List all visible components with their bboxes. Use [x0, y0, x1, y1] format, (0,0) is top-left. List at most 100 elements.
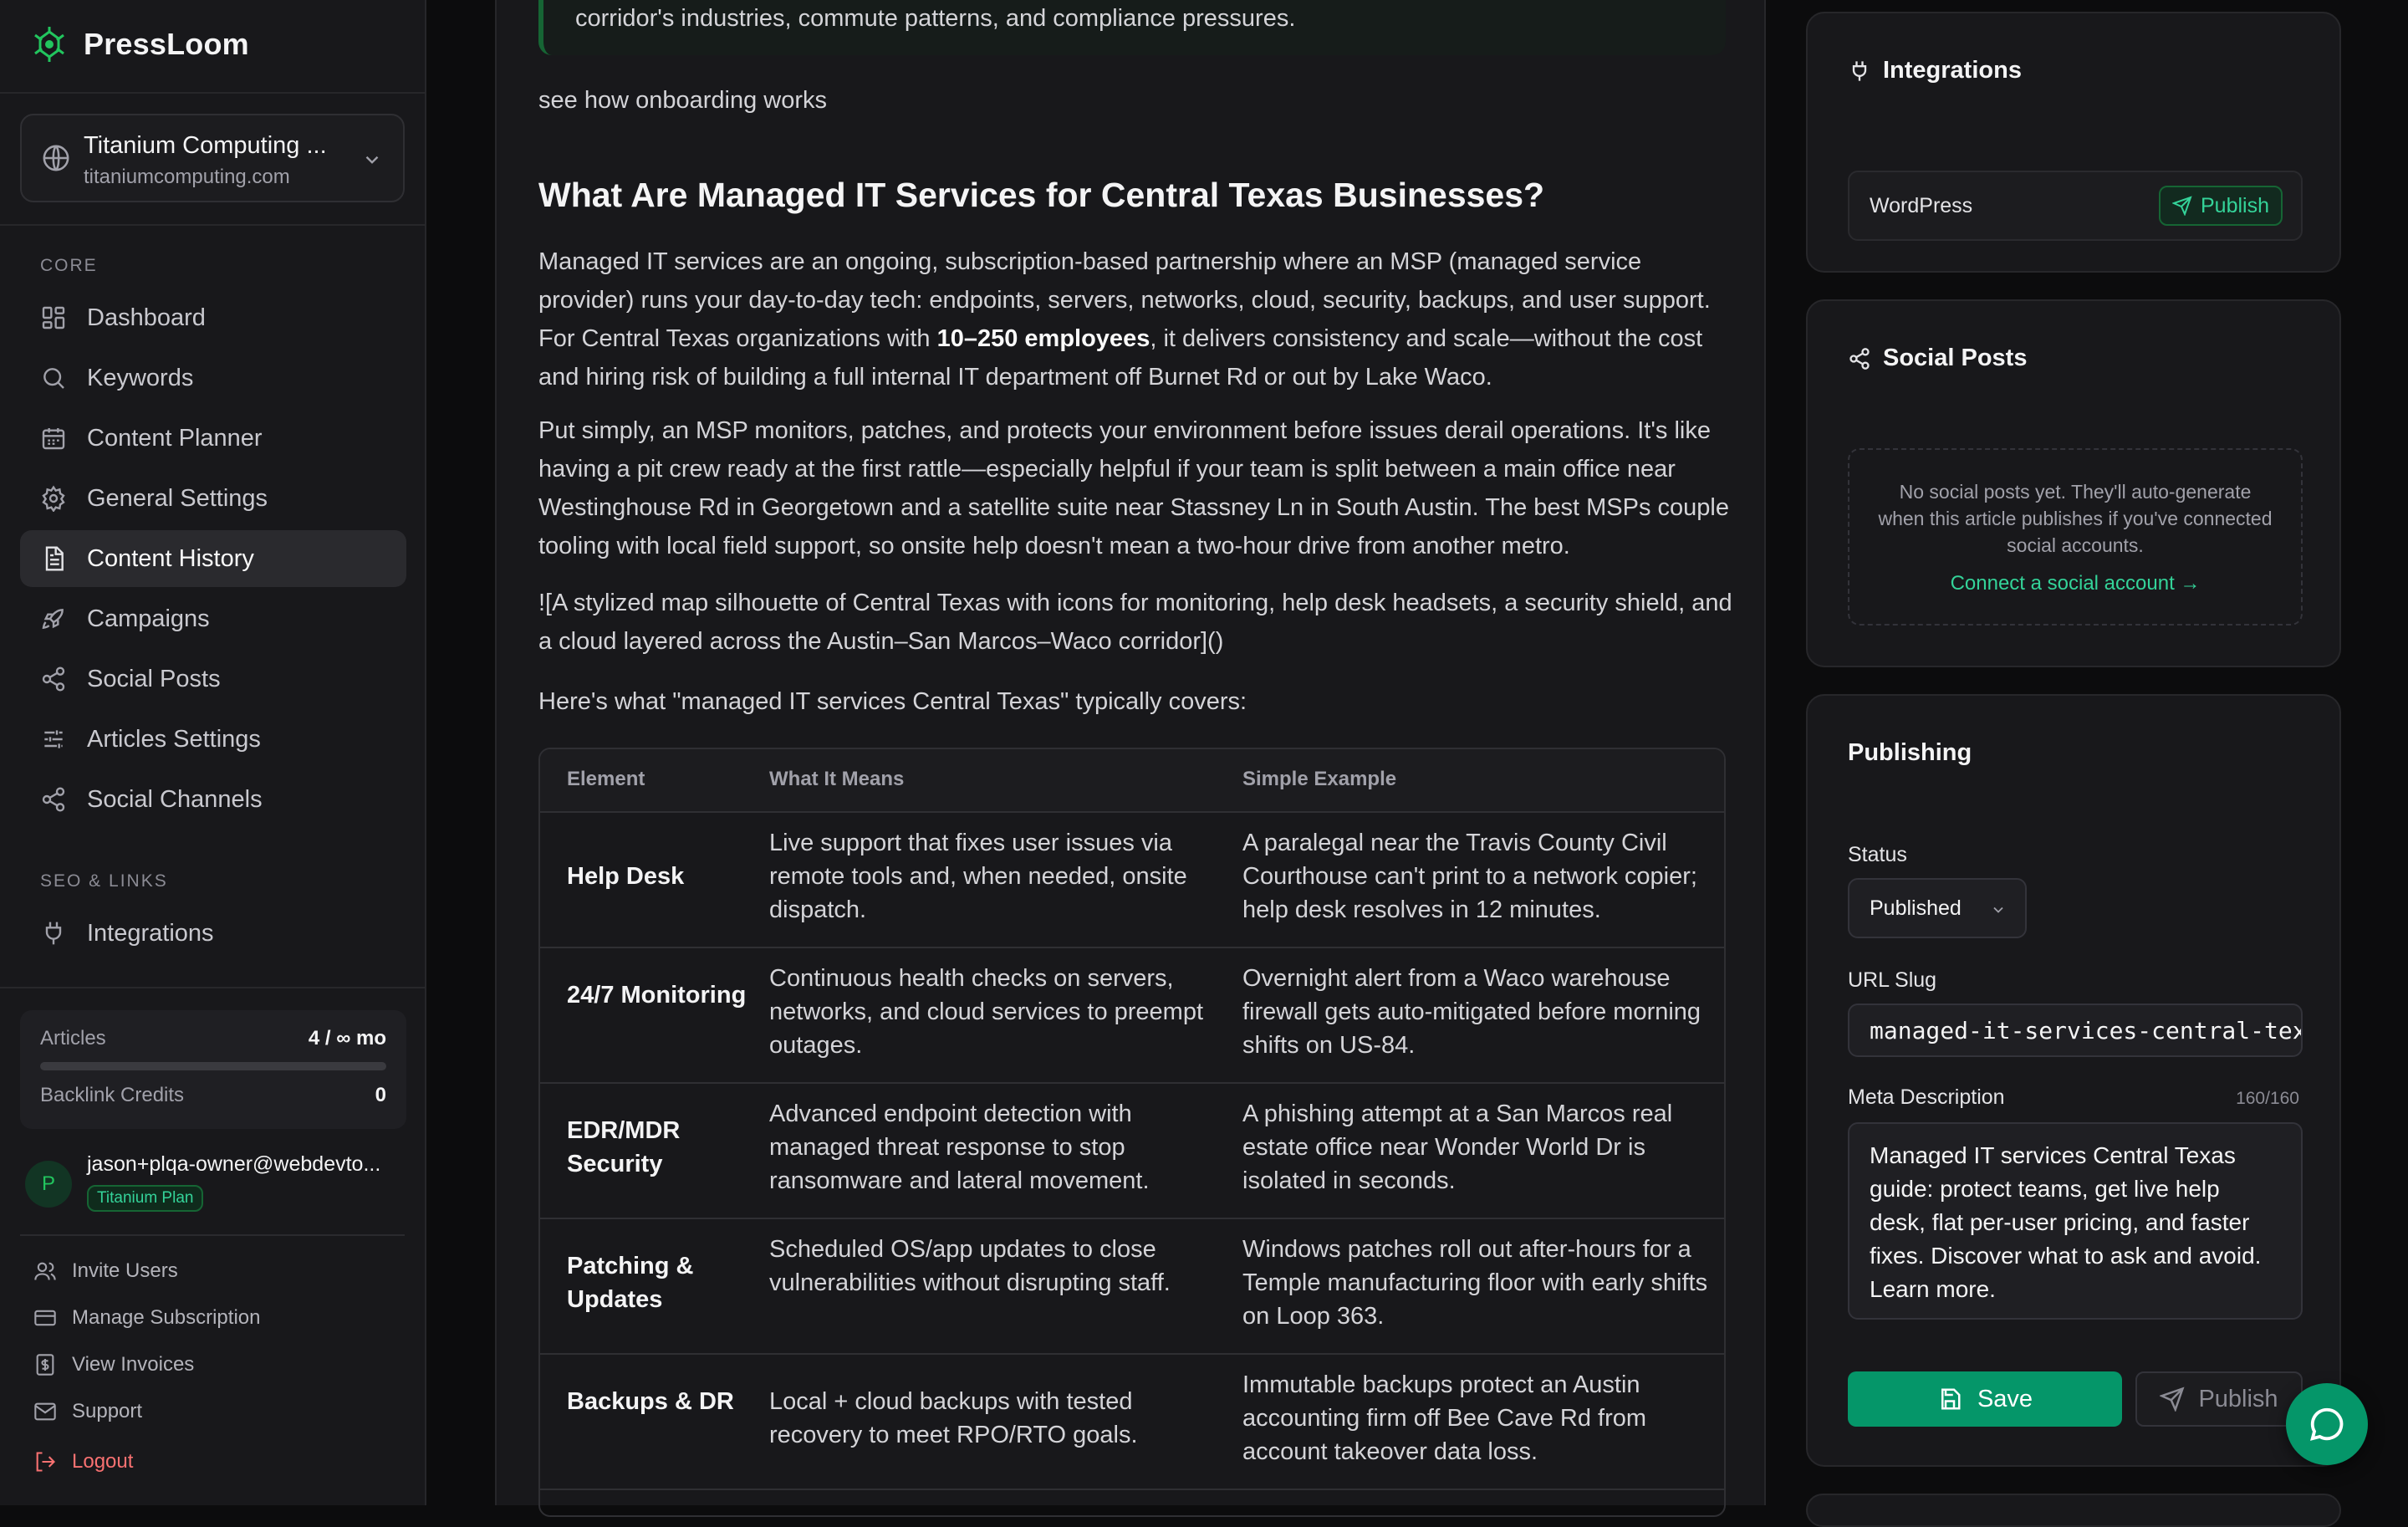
- table-header: Element What It Means Simple Example: [540, 749, 1724, 813]
- usage-progress-bar: [40, 1062, 386, 1070]
- wordpress-publish-button[interactable]: Publish: [2159, 186, 2283, 226]
- callout-text: corridor's industries, commute patterns,…: [575, 5, 1296, 32]
- services-table: Element What It Means Simple Example Hel…: [538, 748, 1726, 1517]
- support-link[interactable]: Support: [33, 1400, 142, 1423]
- share-icon: [42, 666, 65, 692]
- view-invoices-link[interactable]: View Invoices: [33, 1353, 194, 1376]
- brand[interactable]: PressLoom: [30, 25, 249, 64]
- nav-section-core: CORE: [40, 256, 98, 275]
- sidebar-item-articles-settings[interactable]: Articles Settings: [20, 711, 406, 768]
- chevron-down-icon: [365, 156, 379, 164]
- sidebar-item-label: Content Planner: [87, 424, 263, 452]
- sliders-icon: [44, 730, 63, 748]
- usage-backlink-credits: Backlink Credits 0: [40, 1084, 386, 1106]
- sidebar-item-label: Integrations: [87, 919, 214, 947]
- social-posts-card: Social Posts No social posts yet. They'l…: [1806, 299, 2341, 667]
- integration-row-wordpress: WordPress Publish: [1848, 171, 2303, 241]
- search-icon: [43, 368, 64, 389]
- table-row: EDR/MDR Security Advanced endpoint detec…: [540, 1082, 1724, 1219]
- dashboard-icon: [42, 306, 65, 329]
- save-button[interactable]: Save: [1848, 1371, 2122, 1427]
- publishing-card: Publishing Status Published URL Slug man…: [1806, 694, 2341, 1467]
- site-domain: titaniumcomputing.com: [84, 166, 290, 188]
- callout-box: corridor's industries, commute patterns,…: [538, 0, 1726, 55]
- meta-description-textarea[interactable]: Managed IT services Central Texas guide:…: [1848, 1122, 2303, 1320]
- table-header-cell: What It Means: [769, 768, 905, 790]
- sidebar-item-content-history[interactable]: Content History: [20, 530, 406, 587]
- sidebar-item-label: Keywords: [87, 364, 194, 391]
- card-title: Social Posts: [1848, 345, 2027, 372]
- sidebar-item-integrations[interactable]: Integrations: [20, 905, 406, 962]
- sidebar-item-campaigns[interactable]: Campaigns: [20, 590, 406, 647]
- connect-social-link[interactable]: Connect a social account →: [1849, 572, 2301, 595]
- sidebar-item-label: General Settings: [87, 484, 268, 512]
- user-profile[interactable]: P jason+plqa-owner@webdevto... Titanium …: [25, 1152, 380, 1212]
- sidebar-item-label: Social Posts: [87, 665, 221, 692]
- document-icon: [45, 546, 64, 571]
- plug-icon: [1852, 60, 1867, 81]
- sidebar-item-label: Social Channels: [87, 785, 263, 813]
- share-icon: [1849, 347, 1870, 370]
- nav-section-seo: SEO & LINKS: [40, 871, 168, 891]
- table-row: Help Desk Live support that fixes user i…: [540, 811, 1724, 948]
- article-heading: What Are Managed IT Services for Central…: [538, 176, 1545, 214]
- table-row: 24/7 Monitoring Continuous health checks…: [540, 947, 1724, 1084]
- gear-icon: [42, 485, 65, 512]
- users-icon: [34, 1262, 56, 1280]
- sidebar-item-label: Campaigns: [87, 605, 210, 632]
- invoice-icon: [36, 1354, 54, 1376]
- plug-icon: [45, 922, 62, 945]
- sidebar-item-keywords[interactable]: Keywords: [20, 350, 406, 406]
- article-paragraph: Here's what "managed IT services Central…: [538, 688, 1247, 715]
- status-label: Status: [1848, 843, 1907, 866]
- logout-button[interactable]: Logout: [33, 1450, 133, 1473]
- url-slug-input[interactable]: managed-it-services-central-texas: [1848, 1004, 2303, 1057]
- sidebar-item-general-settings[interactable]: General Settings: [20, 470, 406, 527]
- chevron-down-icon: [1993, 906, 2003, 913]
- site-switcher[interactable]: Titanium Computing ... titaniumcomputing…: [20, 114, 405, 202]
- article-paragraph: Put simply, an MSP monitors, patches, an…: [538, 417, 1730, 559]
- rocket-icon: [42, 609, 64, 630]
- send-icon: [2160, 1387, 2185, 1412]
- sidebar-item-social-posts[interactable]: Social Posts: [20, 651, 406, 707]
- sidebar-item-content-planner[interactable]: Content Planner: [20, 410, 406, 467]
- meta-description-label: Meta Description: [1848, 1085, 2005, 1109]
- sidebar-item-label: Content History: [87, 544, 254, 572]
- social-empty-state: No social posts yet. They'll auto-genera…: [1848, 448, 2303, 626]
- article-image-placeholder: ![A stylized map silhouette of Central T…: [538, 590, 1732, 655]
- plan-badge: Titanium Plan: [87, 1185, 204, 1212]
- sidebar: PressLoom Titanium Computing ... titaniu…: [0, 0, 426, 1505]
- manage-subscription-link[interactable]: Manage Subscription: [33, 1306, 260, 1330]
- card-title: Publishing: [1848, 739, 1972, 766]
- sidebar-item-social-channels[interactable]: Social Channels: [20, 771, 406, 828]
- sidebar-account-panel: Articles 4 / ∞ mo Backlink Credits 0 P j…: [0, 987, 425, 1505]
- invite-users-link[interactable]: Invite Users: [33, 1259, 178, 1283]
- usage-articles: Articles 4 / ∞ mo: [40, 1027, 386, 1049]
- next-card: [1806, 1494, 2341, 1527]
- table-row: Backups & DR Local + cloud backups with …: [540, 1353, 1724, 1490]
- divider: [0, 224, 425, 226]
- integration-name: WordPress: [1870, 194, 1973, 217]
- mail-icon: [34, 1402, 56, 1421]
- onboarding-link[interactable]: see how onboarding works: [538, 87, 827, 115]
- meta-character-counter: 160/160: [2236, 1089, 2299, 1108]
- globe-icon: [43, 145, 69, 171]
- credit-card-icon: [34, 1310, 56, 1326]
- user-email: jason+plqa-owner@webdevto...: [87, 1152, 381, 1176]
- integrations-card: Integrations WordPress Publish: [1806, 12, 2341, 273]
- chat-support-button[interactable]: [2286, 1383, 2368, 1465]
- save-icon: [1941, 1388, 1961, 1410]
- publish-button[interactable]: Publish: [2135, 1371, 2303, 1427]
- card-title: Integrations: [1848, 57, 2022, 84]
- table-header-cell: Simple Example: [1242, 768, 1397, 790]
- avatar: P: [25, 1161, 72, 1208]
- chat-bubble-icon: [2310, 1407, 2344, 1441]
- sidebar-item-dashboard[interactable]: Dashboard: [20, 289, 406, 346]
- table-header-cell: Element: [567, 768, 645, 790]
- send-icon: [2172, 196, 2192, 216]
- article-editor: corridor's industries, commute patterns,…: [495, 0, 1766, 1517]
- sidebar-item-label: Articles Settings: [87, 725, 261, 753]
- status-select[interactable]: Published: [1848, 878, 2027, 938]
- usage-card: Articles 4 / ∞ mo Backlink Credits 0: [20, 1010, 406, 1129]
- url-slug-label: URL Slug: [1848, 968, 1937, 992]
